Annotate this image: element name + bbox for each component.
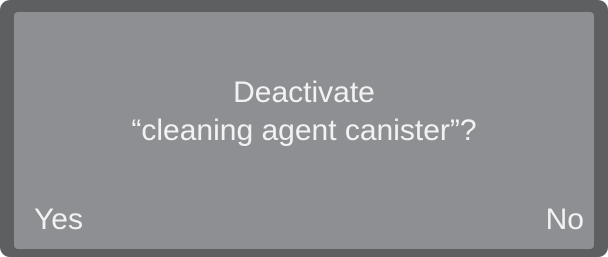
yes-softkey[interactable]: Yes (34, 202, 83, 238)
prompt-line-1: Deactivate (233, 76, 375, 109)
prompt-line-2: “cleaning agent canister”? (131, 114, 477, 147)
confirmation-prompt: Deactivate “cleaning agent canister”? (14, 74, 594, 150)
display-bezel: Deactivate “cleaning agent canister”? Ye… (0, 0, 608, 257)
no-softkey[interactable]: No (546, 202, 584, 238)
lcd-screen: Deactivate “cleaning agent canister”? Ye… (14, 12, 594, 249)
